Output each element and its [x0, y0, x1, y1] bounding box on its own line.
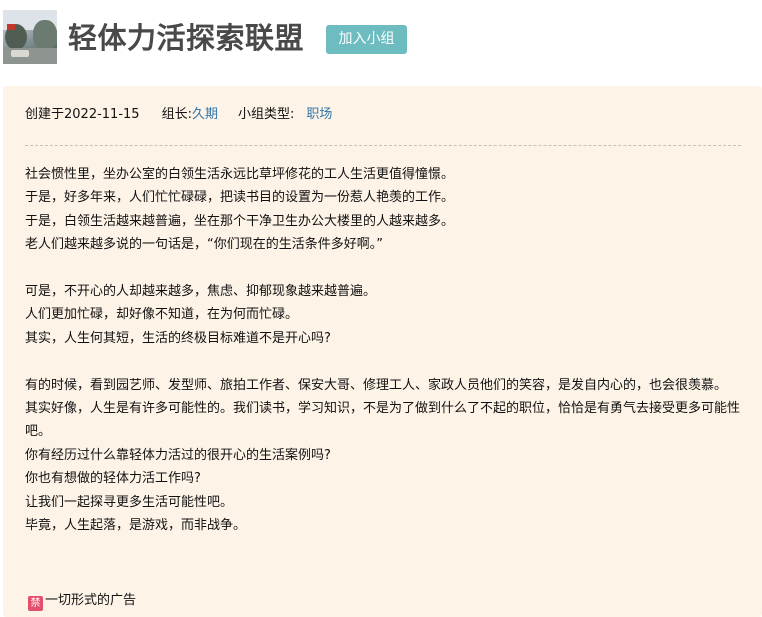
group-avatar[interactable]	[3, 10, 57, 64]
description-line: 让我们一起探寻更多生活可能性吧。	[25, 494, 234, 510]
ban-icon: 禁	[28, 596, 43, 611]
avatar-tree	[33, 20, 57, 50]
description-line: 你有经历过什么靠轻体力活过的很开心的生活案例吗?	[25, 447, 331, 463]
divider	[25, 145, 741, 146]
group-rule: 禁一切形式的广告	[28, 592, 136, 611]
group-type-label: 小组类型:	[237, 107, 295, 122]
group-type-link[interactable]: 职场	[306, 107, 332, 122]
created-date: 创建于2022-11-15	[25, 107, 140, 122]
leader-label: 组长:	[161, 107, 192, 122]
description-line: 其实好像，人生是有许多可能性的。我们读书，学习知识，不是为了做到什么了不起的职位…	[25, 401, 741, 440]
leader-link[interactable]: 久期	[192, 107, 218, 122]
description-line: 有的时候，看到园艺师、发型师、旅拍工作者、保安大哥、修理工人、家政人员他们的笑容…	[25, 377, 728, 393]
description-line: 毕竟，人生起落，是游戏，而非战争。	[25, 518, 247, 534]
group-info-panel: 创建于2022-11-15 组长:久期 小组类型: 职场 社会惯性里，坐办公室的白领生…	[3, 86, 762, 617]
description-line: 于是，白领生活越来越普遍，坐在那个干净卫生办公大楼里的人越来越多。	[25, 213, 455, 229]
avatar-flag	[7, 24, 15, 30]
description-line: 于是，好多年来，人们忙忙碌碌，把读书目的设置为一份惹人艳羡的工作。	[25, 190, 455, 206]
group-meta: 创建于2022-11-15 组长:久期 小组类型: 职场	[25, 106, 332, 124]
group-header: 轻体力活探索联盟 加入小组	[0, 0, 762, 80]
description-line: 人们更加忙碌，却好像不知道，在为何而忙碌。	[25, 307, 299, 323]
description-line: 老人们越来越多说的一句话是，“你们现在的生活条件多好啊。”	[25, 237, 383, 253]
join-group-button[interactable]: 加入小组	[326, 25, 407, 54]
avatar-car	[11, 50, 29, 57]
group-title: 轻体力活探索联盟	[68, 21, 305, 55]
group-description: 社会惯性里，坐办公室的白领生活永远比草坪修花的工人生活更值得憧憬。 于是，好多年…	[25, 163, 741, 537]
description-line: 其实，人生何其短，生活的终极目标难道不是开心吗?	[25, 330, 331, 346]
ban-text: 一切形式的广告	[45, 593, 137, 608]
description-line: 你也有想做的轻体力活工作吗?	[25, 471, 201, 487]
description-line: 可是，不开心的人却越来越多，焦虑、抑郁现象越来越普遍。	[25, 284, 377, 300]
description-line: 社会惯性里，坐办公室的白领生活永远比草坪修花的工人生活更值得憧憬。	[25, 167, 455, 182]
